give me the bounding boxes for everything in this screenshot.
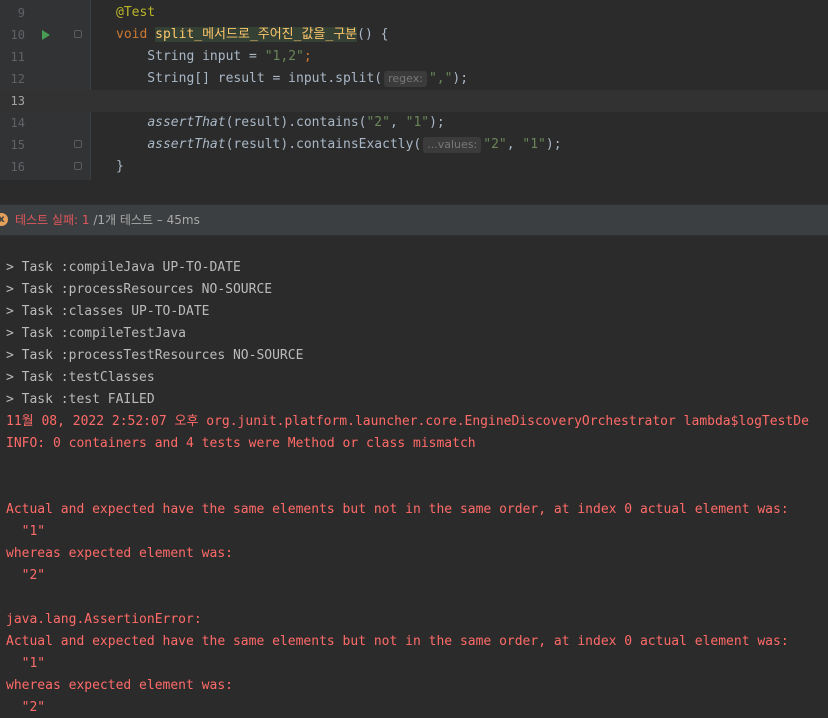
console-line: Actual and expected have the same elemen… <box>6 634 789 649</box>
console-line: > Task :processResources NO-SOURCE <box>6 282 273 297</box>
test-summary: /1개 테스트 – 45ms <box>89 213 200 227</box>
console-line: java.lang.AssertionError: <box>6 612 202 627</box>
line-number: 12 <box>10 72 25 86</box>
console-line: "2" <box>6 568 46 583</box>
console-line: "1" <box>6 524 46 539</box>
console-line: > Task :compileTestJava <box>6 326 187 341</box>
code-text: @Test <box>116 5 156 20</box>
console-line: whereas expected element was: <box>6 678 233 693</box>
line-number: 10 <box>10 28 25 42</box>
console-line: 11월 08, 2022 2:52:07 오후 org.junit.platfo… <box>6 414 809 429</box>
code-text: assertThat(result).contains("2", "1"); <box>147 115 445 130</box>
test-status-text: 테스트 실패: 1 /1개 테스트 – 45ms <box>15 205 200 235</box>
run-console[interactable]: > Task :compileJava UP-TO-DATE > Task :pr… <box>0 236 828 718</box>
code-text: assertThat(result).containsExactly(...va… <box>147 137 562 153</box>
line-number: 14 <box>10 116 25 130</box>
code-line[interactable]: 9 @Test <box>0 2 828 24</box>
code-line[interactable]: 12 String[] result = input.split(regex: "… <box>0 68 828 90</box>
console-line: "1" <box>6 656 46 671</box>
console-line: INFO: 0 containers and 4 tests were Meth… <box>6 436 476 451</box>
code-line[interactable]: 13 <box>0 90 828 112</box>
line-number: 15 <box>10 138 25 152</box>
code-text: String input = "1,2"; <box>116 49 312 64</box>
fold-icon[interactable] <box>74 30 82 38</box>
code-line[interactable]: 14 assertThat(result).contains("2", "1")… <box>0 112 828 134</box>
code-text: } <box>116 159 124 174</box>
code-editor[interactable]: 9 @Test 10 void split_메서드로_주어진_값을_구분() { 11 … <box>0 0 828 180</box>
code-text: void split_메서드로_주어진_값을_구분() { <box>116 27 389 42</box>
code-line[interactable]: 15 assertThat(result).containsExactly(..… <box>0 134 828 156</box>
console-line: > Task :test FAILED <box>6 392 155 407</box>
line-number: 13 <box>10 94 25 108</box>
test-status-bar: x 테스트 실패: 1 /1개 테스트 – 45ms <box>0 205 828 236</box>
test-failed-icon: x <box>0 213 8 226</box>
console-line: "2" <box>6 700 46 715</box>
console-line: > Task :classes UP-TO-DATE <box>6 304 210 319</box>
line-number: 9 <box>17 6 25 20</box>
fold-icon[interactable] <box>74 140 82 148</box>
run-test-icon[interactable] <box>42 30 50 40</box>
console-line: whereas expected element was: <box>6 546 233 561</box>
code-line[interactable]: 16} <box>0 156 828 178</box>
line-number: 16 <box>10 160 25 174</box>
code-line[interactable]: 10 void split_메서드로_주어진_값을_구분() { <box>0 24 828 46</box>
console-line: Actual and expected have the same elemen… <box>6 502 789 517</box>
console-line: > Task :compileJava UP-TO-DATE <box>6 260 241 275</box>
console-line: > Task :testClasses <box>6 370 155 385</box>
test-failed-count: 테스트 실패: 1 <box>15 213 90 227</box>
code-line[interactable]: 11 String input = "1,2"; <box>0 46 828 68</box>
console-line: > Task :processTestResources NO-SOURCE <box>6 348 304 363</box>
editor-bottom-area <box>0 180 828 205</box>
fold-icon[interactable] <box>74 162 82 170</box>
line-number: 11 <box>10 50 25 64</box>
code-text: String[] result = input.split(regex: ",")… <box>116 71 469 87</box>
